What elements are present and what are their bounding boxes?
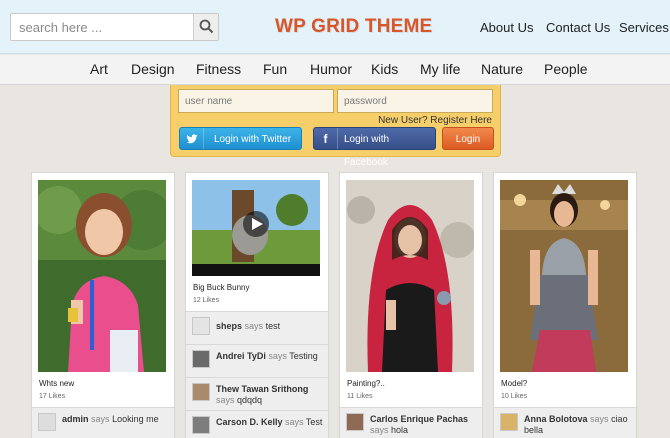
category-my-life[interactable]: My life xyxy=(420,61,460,77)
comment: Andrei TyDi says Testing xyxy=(186,344,328,377)
comment-author[interactable]: Carlos Enrique Pachas xyxy=(370,414,468,424)
facebook-icon: f xyxy=(314,128,338,149)
nav-about-us[interactable]: About Us xyxy=(480,20,533,35)
avatar[interactable] xyxy=(192,350,210,368)
comment-author[interactable]: sheps xyxy=(216,321,242,331)
comment: Anna Bolotova says ciao bella xyxy=(494,407,636,438)
category-nav: Art Design Fitness Fun Humor Kids My lif… xyxy=(0,55,670,85)
post-video[interactable] xyxy=(192,180,320,276)
category-art[interactable]: Art xyxy=(90,61,108,77)
avatar[interactable] xyxy=(346,413,364,431)
comment: sheps says test xyxy=(186,311,328,344)
post-image[interactable] xyxy=(346,180,474,372)
login-twitter-button[interactable]: Login with Twitter xyxy=(179,127,302,150)
comment-author[interactable]: Thew Tawan Srithong xyxy=(216,384,308,394)
comment: Carlos Enrique Pachas says hola xyxy=(340,407,482,438)
comment-body: Testing xyxy=(289,351,318,361)
category-nature[interactable]: Nature xyxy=(481,61,523,77)
comment-body: qdqdq xyxy=(237,395,263,405)
comment: admin says Looking me xyxy=(32,407,174,438)
register-link[interactable]: New User? Register Here xyxy=(378,115,492,126)
post-likes: 10 Likes xyxy=(501,393,528,400)
comment-body: Test xyxy=(305,417,323,427)
category-people[interactable]: People xyxy=(544,61,588,77)
post-card[interactable]: Whts new 17 Likes admin says Looking me xyxy=(31,172,175,438)
post-title[interactable]: Model? xyxy=(501,379,527,388)
category-humor[interactable]: Humor xyxy=(310,61,352,77)
comment-author[interactable]: admin xyxy=(62,414,89,424)
comment-author[interactable]: Anna Bolotova xyxy=(524,414,588,424)
search-input[interactable] xyxy=(11,14,195,40)
comment-body: Looking me xyxy=(112,414,159,424)
post-card[interactable]: Painting?.. 11 Likes Carlos Enrique Pach… xyxy=(339,172,483,438)
post-title[interactable]: Whts new xyxy=(39,379,74,388)
login-button[interactable]: Login xyxy=(442,127,494,150)
avatar[interactable] xyxy=(192,416,210,434)
post-card[interactable]: Model? 10 Likes Anna Bolotova says ciao … xyxy=(493,172,637,438)
search-icon xyxy=(199,19,214,34)
post-likes: 12 Likes xyxy=(193,297,220,304)
comment-says: says xyxy=(216,395,235,405)
comment-text: Thew Tawan Srithong says qdqdq xyxy=(216,384,324,406)
avatar[interactable] xyxy=(192,383,210,401)
login-facebook-label: Login with Facebook xyxy=(344,134,390,168)
nav-services[interactable]: Services xyxy=(619,20,669,35)
comment: Thew Tawan Srithong says qdqdq xyxy=(186,377,328,410)
comment-says: says xyxy=(370,425,389,435)
login-panel: New User? Register Here Login with Twitt… xyxy=(170,85,501,168)
login-twitter-label: Login with Twitter xyxy=(214,134,292,145)
avatar[interactable] xyxy=(500,413,518,431)
category-kids[interactable]: Kids xyxy=(371,61,398,77)
comment-text: Carson D. Kelly says Test xyxy=(216,417,324,428)
comment-author[interactable]: Carson D. Kelly xyxy=(216,417,283,427)
username-field[interactable] xyxy=(178,89,334,113)
comment-body: hola xyxy=(391,425,409,435)
comment-says: says xyxy=(590,414,609,424)
category-fun[interactable]: Fun xyxy=(263,61,287,77)
post-title[interactable]: Painting?.. xyxy=(347,379,385,388)
post-image[interactable] xyxy=(38,180,166,372)
post-card[interactable]: Big Buck Bunny 12 Likes sheps says test … xyxy=(185,172,329,438)
password-field[interactable] xyxy=(337,89,493,113)
twitter-icon xyxy=(180,128,204,149)
comment-text: Carlos Enrique Pachas says hola xyxy=(370,414,478,436)
post-likes: 17 Likes xyxy=(39,393,66,400)
post-title[interactable]: Big Buck Bunny xyxy=(193,283,249,292)
comment-text: Anna Bolotova says ciao bella xyxy=(524,414,632,436)
comment-body: test xyxy=(265,321,281,331)
comment-says: says xyxy=(268,351,287,361)
comment-author[interactable]: Andrei TyDi xyxy=(216,351,266,361)
avatar[interactable] xyxy=(192,317,210,335)
post-image[interactable] xyxy=(500,180,628,372)
comment-says: says xyxy=(285,417,304,427)
comment-says: says xyxy=(91,414,110,424)
search-box xyxy=(10,13,219,41)
post-likes: 11 Likes xyxy=(347,393,373,400)
login-facebook-button[interactable]: f Login with Facebook xyxy=(313,127,436,168)
comment: Carson D. Kelly says Test xyxy=(186,410,328,438)
comment-text: sheps says test xyxy=(216,321,324,332)
category-design[interactable]: Design xyxy=(131,61,175,77)
site-header: WP GRID THEME About Us Contact Us Servic… xyxy=(0,0,670,54)
avatar[interactable] xyxy=(38,413,56,431)
site-logo[interactable]: WP GRID THEME xyxy=(275,16,432,38)
nav-contact-us[interactable]: Contact Us xyxy=(546,20,610,35)
comment-text: Andrei TyDi says Testing xyxy=(216,351,324,362)
search-button[interactable] xyxy=(193,14,218,40)
comment-says: says xyxy=(244,321,264,331)
category-fitness[interactable]: Fitness xyxy=(196,61,241,77)
comment-text: admin says Looking me xyxy=(62,414,170,425)
